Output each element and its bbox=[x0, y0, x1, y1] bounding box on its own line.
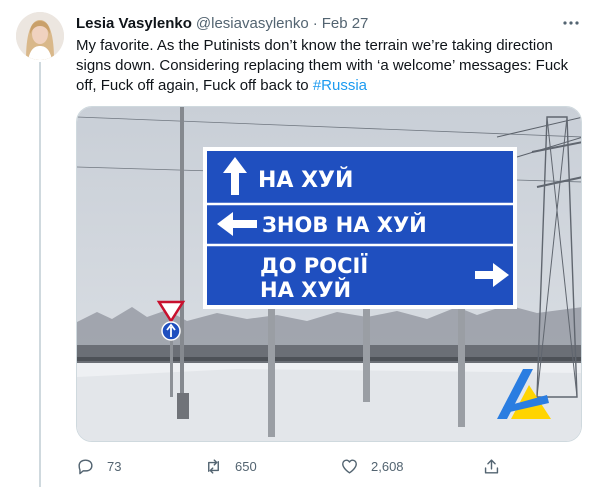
sign-line-3b: НА ХУЙ bbox=[260, 277, 351, 302]
sign-line-1: НА ХУЙ bbox=[258, 167, 353, 193]
separator-dot: · bbox=[312, 14, 318, 32]
sign-line-3a: ДО РОСІЇ bbox=[260, 253, 368, 278]
avatar[interactable] bbox=[16, 12, 64, 60]
tweet-actions: 73 650 2,608 bbox=[76, 454, 506, 478]
road-sign-photo: НА ХУЙ ЗНОВ НА ХУЙ ДО РОСІЇ НА ХУЙ bbox=[77, 107, 581, 441]
tweet-date[interactable]: Feb 27 bbox=[322, 15, 369, 32]
like-button[interactable]: 2,608 bbox=[340, 454, 404, 478]
retweet-count: 650 bbox=[235, 458, 257, 474]
share-button[interactable] bbox=[482, 454, 501, 478]
tweet-header: Lesia Vasylenko @lesiavasylenko · Feb 27 bbox=[76, 12, 582, 34]
like-count: 2,608 bbox=[371, 458, 404, 474]
share-icon bbox=[484, 458, 499, 474]
more-horizontal-icon bbox=[563, 21, 579, 25]
user-handle[interactable]: @lesiavasylenko bbox=[196, 15, 309, 32]
thread-line bbox=[39, 62, 41, 487]
reply-count: 73 bbox=[107, 458, 122, 474]
sign-line-2: ЗНОВ НА ХУЙ bbox=[262, 212, 427, 237]
reply-icon bbox=[78, 458, 93, 474]
reply-button[interactable]: 73 bbox=[76, 454, 121, 478]
tweet-media[interactable]: НА ХУЙ ЗНОВ НА ХУЙ ДО РОСІЇ НА ХУЙ bbox=[76, 106, 582, 442]
more-options-button[interactable] bbox=[560, 12, 582, 34]
hashtag-link[interactable]: #Russia bbox=[313, 77, 367, 94]
retweet-button[interactable]: 650 bbox=[204, 454, 257, 478]
avatar-image bbox=[16, 12, 64, 60]
display-name[interactable]: Lesia Vasylenko bbox=[76, 15, 192, 32]
heart-icon bbox=[342, 458, 357, 474]
tweet-text: My favorite. As the Putinists don’t know… bbox=[76, 36, 576, 96]
retweet-icon bbox=[208, 458, 219, 474]
